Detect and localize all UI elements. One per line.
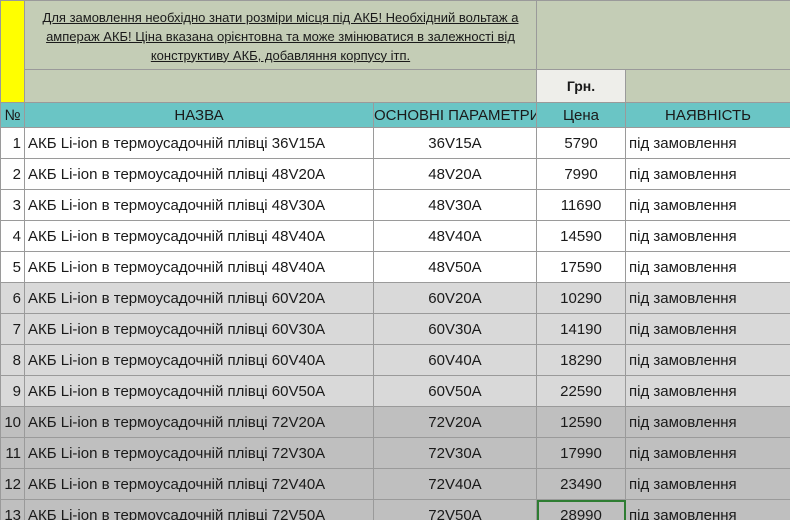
cell-num[interactable]: 9 [0,375,25,407]
cell-availability[interactable]: під замовлення [625,158,790,190]
cell-price[interactable]: 22590 [536,375,626,407]
table-row: 3 АКБ Li-ion в термоусадочній плівці 48V… [0,189,790,221]
header-num[interactable]: № [0,102,25,128]
cell-availability[interactable]: під замовлення [625,406,790,438]
cell-name[interactable]: АКБ Li-ion в термоусадочній плівці 60V40… [24,344,374,376]
cell-name[interactable]: АКБ Li-ion в термоусадочній плівці 72V40… [24,468,374,500]
cell-price[interactable]: 10290 [536,282,626,314]
currency-unit[interactable]: Грн. [536,69,626,103]
cell-price[interactable]: 12590 [536,406,626,438]
cell-num[interactable]: 4 [0,220,25,252]
cell-price[interactable]: 23490 [536,468,626,500]
cell-price[interactable]: 14590 [536,220,626,252]
table-row: 2 АКБ Li-ion в термоусадочній плівці 48V… [0,158,790,190]
cell-price[interactable]: 18290 [536,344,626,376]
cell-name[interactable]: АКБ Li-ion в термоусадочній плівці 48V30… [24,189,374,221]
cell-name[interactable]: АКБ Li-ion в термоусадочній плівці 60V30… [24,313,374,345]
table-row: 1 АКБ Li-ion в термоусадочній плівці 36V… [0,127,790,159]
cell-num[interactable]: 1 [0,127,25,159]
table-row: 9 АКБ Li-ion в термоусадочній плівці 60V… [0,375,790,407]
price-table: Для замовлення необхідно знати розміри м… [0,0,790,520]
cell-availability[interactable]: під замовлення [625,127,790,159]
cell-availability[interactable]: під замовлення [625,499,790,520]
cell-params[interactable]: 60V30A [373,313,537,345]
blank-availability-cell[interactable] [625,69,790,103]
cell-availability[interactable]: під замовлення [625,437,790,469]
cell-params[interactable]: 48V40A [373,220,537,252]
cell-params[interactable]: 36V15A [373,127,537,159]
cell-params[interactable]: 72V50A [373,499,537,520]
cell-num[interactable]: 2 [0,158,25,190]
cell-params[interactable]: 60V40A [373,344,537,376]
cell-num[interactable]: 13 [0,499,25,520]
cell-name[interactable]: АКБ Li-ion в термоусадочній плівці 72V30… [24,437,374,469]
cell-params[interactable]: 72V40A [373,468,537,500]
cell-name[interactable]: АКБ Li-ion в термоусадочній плівці 72V20… [24,406,374,438]
cell-params[interactable]: 72V30A [373,437,537,469]
cell-price[interactable]: 17590 [536,251,626,283]
cell-num[interactable]: 7 [0,313,25,345]
blank-header-cell[interactable] [24,69,537,103]
header-params[interactable]: ОСНОВНІ ПАРАМЕТРИ [373,102,537,128]
cell-price[interactable]: 7990 [536,158,626,190]
cell-availability[interactable]: під замовлення [625,468,790,500]
table-row: 10 АКБ Li-ion в термоусадочній плівці 72… [0,406,790,438]
cell-availability[interactable]: під замовлення [625,220,790,252]
cell-name[interactable]: АКБ Li-ion в термоусадочній плівці 48V40… [24,251,374,283]
table-row: 5 АКБ Li-ion в термоусадочній плівці 48V… [0,251,790,283]
cell-availability[interactable]: під замовлення [625,344,790,376]
header-name[interactable]: НАЗВА [24,102,374,128]
cell-availability[interactable]: під замовлення [625,189,790,221]
corner-cell[interactable] [0,0,25,103]
spreadsheet: Для замовлення необхідно знати розміри м… [0,0,790,520]
table-row: 13 АКБ Li-ion в термоусадочній плівці 72… [0,499,790,520]
order-note: Для замовлення необхідно знати розміри м… [42,9,519,63]
cell-name[interactable]: АКБ Li-ion в термоусадочній плівці 48V40… [24,220,374,252]
table-row: 8 АКБ Li-ion в термоусадочній плівці 60V… [0,344,790,376]
cell-availability[interactable]: під замовлення [625,282,790,314]
cell-params[interactable]: 60V50A [373,375,537,407]
cell-price[interactable]: 11690 [536,189,626,221]
header-price[interactable]: Цена [536,102,626,128]
cell-params[interactable]: 72V20A [373,406,537,438]
cell-name[interactable]: АКБ Li-ion в термоусадочній плівці 72V50… [24,499,374,520]
table-row: 4 АКБ Li-ion в термоусадочній плівці 48V… [0,220,790,252]
table-row: 11 АКБ Li-ion в термоусадочній плівці 72… [0,437,790,469]
cell-num[interactable]: 11 [0,437,25,469]
cell-price-selected[interactable]: 28990 [536,499,626,520]
table-row: 6 АКБ Li-ion в термоусадочній плівці 60V… [0,282,790,314]
cell-price[interactable]: 17990 [536,437,626,469]
column-header-row: № НАЗВА ОСНОВНІ ПАРАМЕТРИ Цена НАЯВНІСТЬ [0,102,790,128]
cell-name[interactable]: АКБ Li-ion в термоусадочній плівці 48V20… [24,158,374,190]
cell-name[interactable]: АКБ Li-ion в термоусадочній плівці 60V50… [24,375,374,407]
cell-price[interactable]: 14190 [536,313,626,345]
note-side-cell[interactable] [536,0,790,70]
cell-availability[interactable]: під замовлення [625,313,790,345]
cell-num[interactable]: 10 [0,406,25,438]
cell-num[interactable]: 5 [0,251,25,283]
header-availability[interactable]: НАЯВНІСТЬ [625,102,790,128]
table-row: 7 АКБ Li-ion в термоусадочній плівці 60V… [0,313,790,345]
table-row: 12 АКБ Li-ion в термоусадочній плівці 72… [0,468,790,500]
cell-availability[interactable]: під замовлення [625,375,790,407]
cell-params[interactable]: 48V20A [373,158,537,190]
cell-params[interactable]: 60V20A [373,282,537,314]
cell-num[interactable]: 8 [0,344,25,376]
cell-name[interactable]: АКБ Li-ion в термоусадочній плівці 36V15… [24,127,374,159]
order-note-cell[interactable]: Для замовлення необхідно знати розміри м… [24,0,537,70]
cell-availability[interactable]: під замовлення [625,251,790,283]
cell-num[interactable]: 6 [0,282,25,314]
cell-name[interactable]: АКБ Li-ion в термоусадочній плівці 60V20… [24,282,374,314]
cell-price[interactable]: 5790 [536,127,626,159]
cell-params[interactable]: 48V50A [373,251,537,283]
cell-params[interactable]: 48V30A [373,189,537,221]
cell-num[interactable]: 12 [0,468,25,500]
cell-num[interactable]: 3 [0,189,25,221]
